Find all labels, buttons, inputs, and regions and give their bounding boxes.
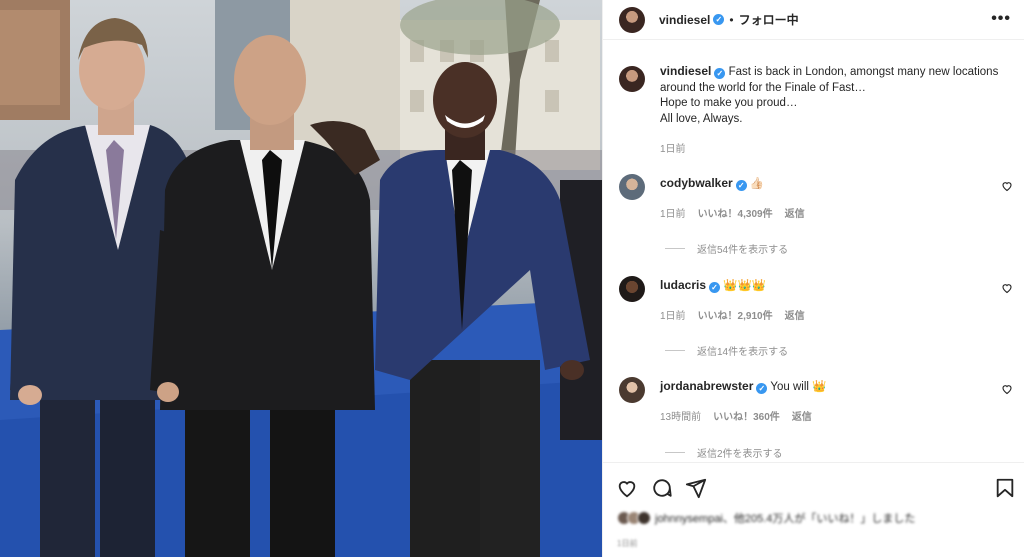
replies-divider — [665, 452, 685, 453]
commenter-avatar[interactable] — [619, 276, 645, 302]
like-heart-icon[interactable] — [1001, 282, 1013, 294]
liker-avatar — [637, 511, 651, 525]
comment-time[interactable]: 13時間前 — [660, 408, 701, 423]
comment-meta: 1日前 いいね！2,910件 返信 — [660, 307, 1019, 322]
commenter-username[interactable]: ludacris — [660, 278, 706, 292]
view-replies-button[interactable]: 返信2件を表示する — [665, 445, 783, 460]
verified-badge-icon: ✓ — [735, 180, 747, 191]
comment-text-row: ludacris ✓ 👑👑👑 — [660, 278, 1019, 294]
comment-text: 👍🏻 — [749, 178, 765, 190]
comment-time[interactable]: 1日前 — [660, 307, 686, 322]
reply-button[interactable]: 返信 — [792, 408, 812, 423]
commenter-username[interactable]: jordanabrewster — [660, 379, 753, 393]
verified-badge-icon: ✓ — [713, 14, 725, 25]
post-date: 1日前 — [617, 539, 638, 548]
comment-item: ludacris ✓ 👑👑👑 1日前 いいね！2,910件 返信 — [619, 276, 1019, 322]
reply-button[interactable]: 返信 — [785, 205, 805, 220]
caption-line: Hope to make you proud… — [660, 97, 798, 109]
author-avatar[interactable] — [619, 6, 645, 33]
like-heart-icon[interactable] — [616, 477, 638, 499]
comment-meta: 13時間前 いいね！360件 返信 — [660, 408, 1019, 423]
comment-text-row: jordanabrewster ✓ You will 👑 — [660, 379, 1019, 395]
view-replies-label: 返信14件を表示する — [697, 347, 789, 358]
verified-badge-icon: ✓ — [709, 282, 721, 293]
caption-line: All love, Always. — [660, 112, 743, 125]
comment-meta: 1日前 いいね！4,309件 返信 — [660, 205, 1019, 220]
caption-line: Fast is back in London, amongst many new… — [728, 66, 999, 78]
share-paper-plane-icon[interactable] — [685, 477, 707, 499]
comment-time[interactable]: 1日前 — [660, 205, 686, 220]
commenter-avatar[interactable] — [619, 174, 645, 200]
caption-time[interactable]: 1日前 — [660, 140, 686, 155]
post-caption: vindiesel ✓ Fast is back in London, among… — [619, 64, 1019, 127]
comment-like-count[interactable]: いいね！4,309件 — [698, 205, 773, 220]
liked-by-text: johnnysempai、他205.4万人が「いいね！」しました — [655, 513, 916, 525]
post-actions: johnnysempai、他205.4万人が「いいね！」しました 1日前 — [603, 462, 1024, 557]
view-replies-label: 返信54件を表示する — [697, 245, 789, 256]
comment-like-count[interactable]: いいね！360件 — [713, 408, 780, 423]
bookmark-icon[interactable] — [994, 477, 1016, 499]
following-button[interactable]: フォロー中 — [739, 11, 799, 28]
like-heart-icon[interactable] — [1001, 180, 1013, 192]
commenter-avatar[interactable] — [619, 377, 645, 403]
comment-text: You will 👑 — [770, 381, 827, 393]
view-replies-button[interactable]: 返信14件を表示する — [665, 343, 788, 358]
view-replies-label: 返信2件を表示する — [697, 449, 783, 460]
replies-divider — [665, 248, 685, 249]
comment-text: 👑👑👑 — [723, 280, 767, 292]
verified-badge-icon: ✓ — [756, 383, 768, 394]
post-header: vindiesel ✓ • フォロー中 ••• — [603, 0, 1024, 40]
caption-avatar[interactable] — [619, 66, 645, 92]
caption-body: vindiesel ✓ Fast is back in London, among… — [660, 64, 1019, 127]
replies-divider — [665, 350, 685, 351]
comment-bubble-icon[interactable] — [651, 477, 673, 499]
comment-item: jordanabrewster ✓ You will 👑 13時間前 いいね！36… — [619, 377, 1019, 423]
like-heart-icon[interactable] — [1001, 383, 1013, 395]
comment-item: codybwalker ✓ 👍🏻 1日前 いいね！4,309件 返信 — [619, 174, 1019, 220]
commenter-username[interactable]: codybwalker — [660, 176, 733, 190]
view-replies-button[interactable]: 返信54件を表示する — [665, 241, 788, 256]
post-sidebar: vindiesel ✓ • フォロー中 ••• vindiesel ✓ Fast … — [602, 0, 1024, 557]
comment-text-row: codybwalker ✓ 👍🏻 — [660, 176, 1019, 192]
author-username[interactable]: vindiesel — [659, 13, 710, 27]
caption-username[interactable]: vindiesel — [660, 64, 711, 78]
reply-button[interactable]: 返信 — [785, 307, 805, 322]
more-options-icon[interactable]: ••• — [991, 10, 1011, 28]
separator-dot: • — [729, 12, 734, 27]
comment-like-count[interactable]: いいね！2,910件 — [698, 307, 773, 322]
caption-line: around the world for the Finale of Fast… — [660, 81, 866, 94]
photo-illustration — [0, 0, 602, 557]
verified-badge-icon: ✓ — [714, 68, 726, 79]
post-photo[interactable] — [0, 0, 602, 557]
author-info: vindiesel ✓ • フォロー中 — [659, 11, 799, 28]
liked-by-summary[interactable]: johnnysempai、他205.4万人が「いいね！」しました — [617, 510, 915, 526]
